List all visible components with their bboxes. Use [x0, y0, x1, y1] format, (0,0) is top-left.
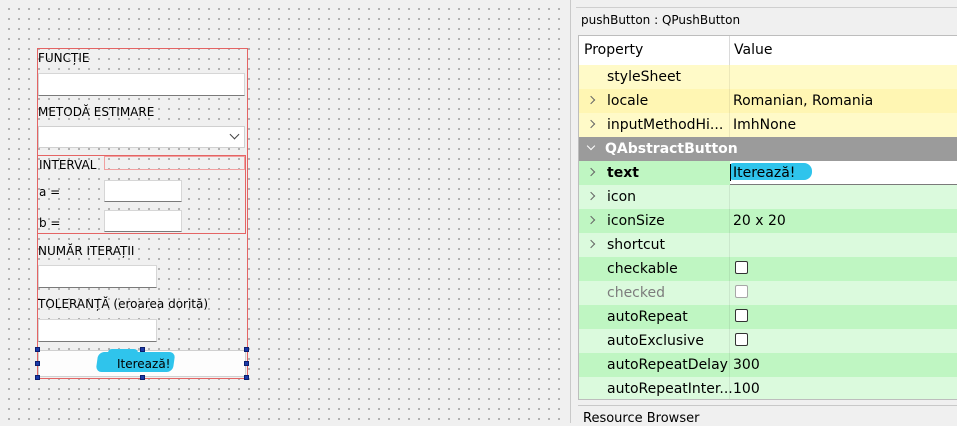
- property-name: checkable: [607, 261, 678, 277]
- property-name: autoRepeat: [607, 309, 688, 325]
- property-value: Iterează!: [733, 165, 796, 181]
- checkable-checkbox[interactable]: [735, 261, 748, 274]
- resize-handle-left[interactable]: [35, 361, 40, 366]
- property-name: text: [607, 165, 639, 181]
- property-value[interactable]: Romanian, Romania: [733, 93, 873, 109]
- object-title: pushButton : QPushButton: [581, 13, 741, 27]
- value-column-header[interactable]: Value: [734, 42, 772, 58]
- a-input[interactable]: [104, 180, 182, 202]
- resize-handle-top-left[interactable]: [35, 347, 40, 352]
- form-canvas[interactable]: FUNCȚIE METODĂ ESTIMARE INTERVAL a = b =…: [0, 0, 566, 423]
- row-auto-repeat-delay[interactable]: autoRepeatDelay 300: [579, 353, 957, 377]
- row-shortcut[interactable]: shortcut: [579, 233, 957, 257]
- property-name: autoRepeatInter...: [607, 381, 733, 397]
- section-qabstractbutton[interactable]: QAbstractButton: [579, 137, 957, 161]
- row-locale[interactable]: locale Romanian, Romania: [579, 89, 957, 113]
- function-input[interactable]: [38, 73, 245, 96]
- row-auto-repeat[interactable]: autoRepeat: [579, 305, 957, 329]
- row-checkable[interactable]: checkable: [579, 257, 957, 281]
- row-auto-repeat-interval[interactable]: autoRepeatInter... 100: [579, 377, 957, 399]
- text-value-editor[interactable]: Iterează!: [730, 161, 957, 185]
- chevron-right-icon[interactable]: [586, 215, 596, 225]
- property-name: autoRepeatDelay: [607, 357, 728, 373]
- resize-handle-right[interactable]: [244, 361, 249, 366]
- property-name: shortcut: [607, 237, 666, 253]
- resize-handle-top[interactable]: [140, 347, 145, 352]
- property-value[interactable]: ImhNone: [733, 117, 796, 133]
- resource-browser-title[interactable]: Resource Browser: [583, 411, 699, 426]
- resource-browser-panel: Resource Browser: [578, 405, 957, 426]
- row-checked: checked: [579, 281, 957, 305]
- tolerance-input[interactable]: [38, 319, 157, 342]
- property-name: inputMethodHi...: [607, 117, 724, 133]
- section-title: QAbstractButton: [605, 141, 738, 157]
- auto-exclusive-checkbox[interactable]: [735, 333, 748, 346]
- a-label: a =: [39, 185, 61, 199]
- chevron-right-icon[interactable]: [586, 191, 596, 201]
- text-caret: [730, 164, 731, 181]
- iterations-label: NUMĂR ITERAȚII: [38, 244, 135, 258]
- chevron-right-icon[interactable]: [586, 95, 596, 105]
- chevron-down-icon: [229, 129, 240, 140]
- property-table: Property Value styleSheet locale Romania…: [578, 35, 957, 400]
- auto-repeat-checkbox[interactable]: [735, 309, 748, 322]
- property-name: autoExclusive: [607, 333, 704, 349]
- row-stylesheet[interactable]: styleSheet: [579, 65, 957, 89]
- property-column-header[interactable]: Property: [584, 42, 643, 58]
- resize-handle-bottom[interactable]: [140, 375, 145, 380]
- row-auto-exclusive[interactable]: autoExclusive: [579, 329, 957, 353]
- interval-label: INTERVAL: [39, 158, 97, 172]
- b-input[interactable]: [104, 210, 182, 232]
- property-value[interactable]: 100: [733, 381, 760, 397]
- panel-divider: [576, 7, 957, 8]
- table-header: Property Value: [579, 36, 957, 66]
- checked-checkbox: [735, 285, 748, 298]
- iterations-input[interactable]: [38, 265, 157, 288]
- property-name: icon: [607, 189, 637, 205]
- property-name: locale: [607, 93, 649, 109]
- chevron-down-icon[interactable]: [586, 141, 596, 151]
- chevron-right-icon[interactable]: [586, 239, 596, 249]
- property-editor: pushButton : QPushButton Property Value …: [576, 0, 957, 426]
- interval-spacer: [104, 156, 245, 170]
- tolerance-label: TOLERANȚĂ (eroarea dorită): [38, 297, 209, 311]
- row-icon[interactable]: icon: [579, 185, 957, 209]
- property-name: styleSheet: [607, 69, 682, 85]
- iterate-highlight-tip: [108, 349, 138, 357]
- chevron-right-icon[interactable]: [586, 119, 596, 129]
- property-value[interactable]: 300: [733, 357, 760, 373]
- panel-splitter[interactable]: [566, 0, 576, 423]
- resize-handle-top-right[interactable]: [244, 347, 249, 352]
- row-input-method-hints[interactable]: inputMethodHi... ImhNone: [579, 113, 957, 137]
- column-divider[interactable]: [729, 36, 730, 65]
- method-combobox[interactable]: [38, 126, 245, 148]
- resize-handle-bottom-right[interactable]: [244, 375, 249, 380]
- property-name: checked: [607, 285, 665, 301]
- property-name: iconSize: [607, 213, 665, 229]
- row-text[interactable]: text Iterează!: [579, 161, 957, 185]
- row-icon-size[interactable]: iconSize 20 x 20: [579, 209, 957, 233]
- property-value[interactable]: 20 x 20: [733, 213, 786, 229]
- b-label: b =: [39, 216, 61, 230]
- resize-handle-bottom-left[interactable]: [35, 375, 40, 380]
- iterate-button-label: Iterează!: [117, 357, 171, 371]
- function-label: FUNCȚIE: [38, 51, 90, 65]
- chevron-right-icon[interactable]: [586, 167, 596, 177]
- splitter-line: [570, 0, 571, 423]
- method-label: METODĂ ESTIMARE: [38, 105, 155, 119]
